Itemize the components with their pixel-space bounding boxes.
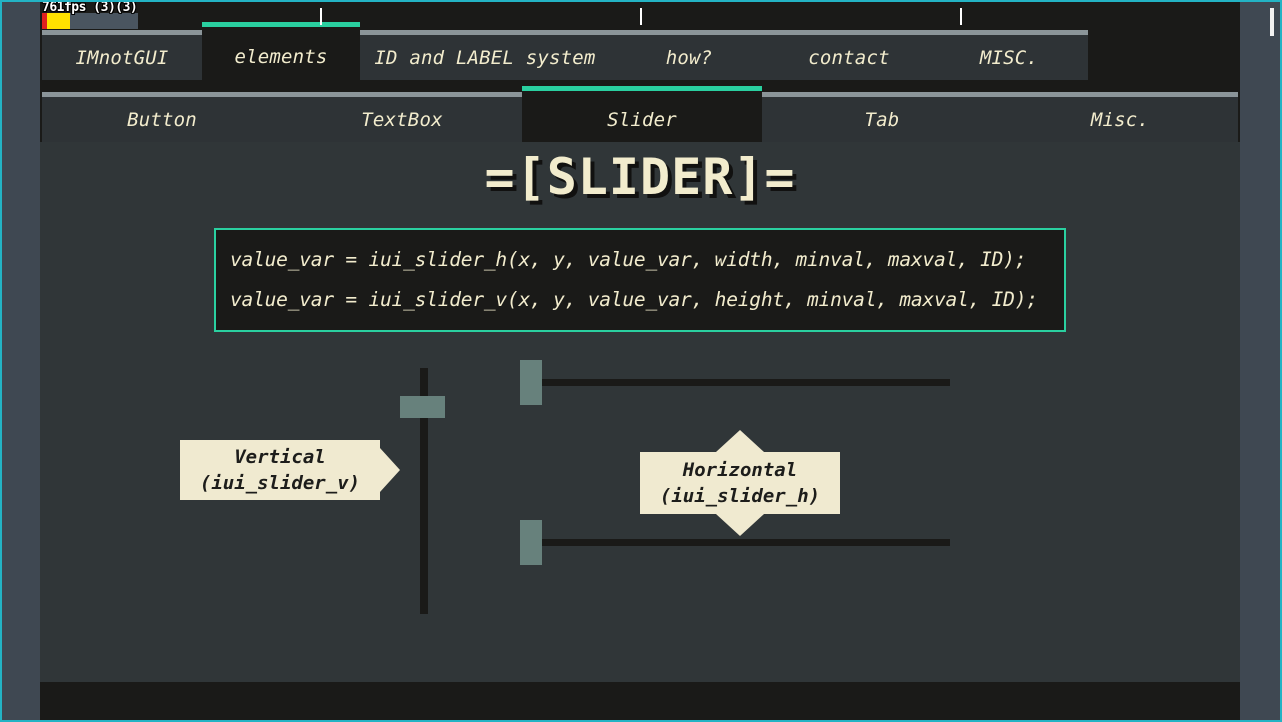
- tab-button[interactable]: Button: [42, 92, 282, 142]
- horizontal-slider-handle[interactable]: [520, 360, 542, 405]
- page-title: =[SLIDER]=: [484, 148, 796, 206]
- callout-vertical-slider: Vertical (iui_slider_v): [180, 440, 400, 500]
- desktop-panel-left: [0, 0, 40, 722]
- tab-label: IMnotGUI: [75, 46, 169, 69]
- application-window: IMnotGUI elements ID and LABEL system ho…: [0, 0, 1282, 722]
- top-tick-mark-3: [960, 8, 962, 25]
- top-tick-mark-2: [640, 8, 642, 25]
- tab-label: Slider: [607, 109, 677, 131]
- tab-label: ID and LABEL system: [374, 46, 596, 69]
- callout-tail-right-icon: [380, 448, 400, 492]
- callout-line-2: (iui_slider_v): [199, 472, 361, 494]
- code-signature-box: value_var = iui_slider_h(x, y, value_var…: [214, 228, 1066, 332]
- secondary-tab-strip: Button TextBox Slider Tab Misc.: [42, 86, 1238, 142]
- footer-band: [40, 682, 1240, 722]
- tab-label: contact: [808, 46, 890, 69]
- vertical-slider-handle[interactable]: [400, 396, 445, 418]
- callout-line-1: Horizontal: [682, 459, 798, 481]
- tab-how[interactable]: how?: [610, 30, 768, 80]
- tab-label: elements: [234, 46, 328, 68]
- tab-label: Button: [127, 108, 197, 131]
- callout-line-2: (iui_slider_h): [659, 485, 821, 507]
- tab-label: TextBox: [361, 108, 443, 131]
- top-tick-mark-1: [320, 8, 322, 25]
- callout-horizontal-slider: Horizontal (iui_slider_h): [640, 430, 840, 536]
- fps-counter: 761fps (3)(3): [42, 0, 138, 15]
- callout-tail-up-icon: [716, 430, 764, 452]
- tab-label: how?: [665, 46, 713, 69]
- tab-misc-primary[interactable]: MISC.: [930, 30, 1088, 80]
- tab-label: MISC.: [979, 46, 1039, 69]
- tab-elements[interactable]: elements: [202, 22, 360, 80]
- tab-id-and-label-system[interactable]: ID and LABEL system: [360, 30, 610, 80]
- tab-label: Misc.: [1090, 108, 1150, 131]
- callout-tail-down-icon: [716, 514, 764, 536]
- tab-slider[interactable]: Slider: [522, 86, 762, 142]
- tab-textbox[interactable]: TextBox: [282, 92, 522, 142]
- desktop-panel-right: [1240, 0, 1282, 722]
- game-canvas: IMnotGUI elements ID and LABEL system ho…: [40, 0, 1240, 722]
- code-line-slider-v: value_var = iui_slider_v(x, y, value_var…: [230, 288, 1038, 311]
- tab-misc-secondary[interactable]: Misc.: [1002, 92, 1238, 142]
- code-line-slider-h: value_var = iui_slider_h(x, y, value_var…: [230, 248, 1027, 271]
- tab-tab[interactable]: Tab: [762, 92, 1002, 142]
- tab-imnotgui[interactable]: IMnotGUI: [42, 30, 202, 80]
- scrollbar-thumb[interactable]: [1270, 8, 1274, 36]
- horizontal-slider-track[interactable]: [520, 379, 950, 386]
- horizontal-slider-track[interactable]: [520, 539, 950, 546]
- callout-line-1: Vertical: [234, 446, 326, 468]
- primary-tab-strip: IMnotGUI elements ID and LABEL system ho…: [42, 22, 1088, 80]
- app-icon-badge: [42, 13, 70, 29]
- demo-area: Vertical (iui_slider_v) Horizontal (iui_…: [40, 340, 1240, 680]
- horizontal-slider-handle[interactable]: [520, 520, 542, 565]
- tab-contact[interactable]: contact: [768, 30, 930, 80]
- tab-label: Tab: [864, 108, 900, 131]
